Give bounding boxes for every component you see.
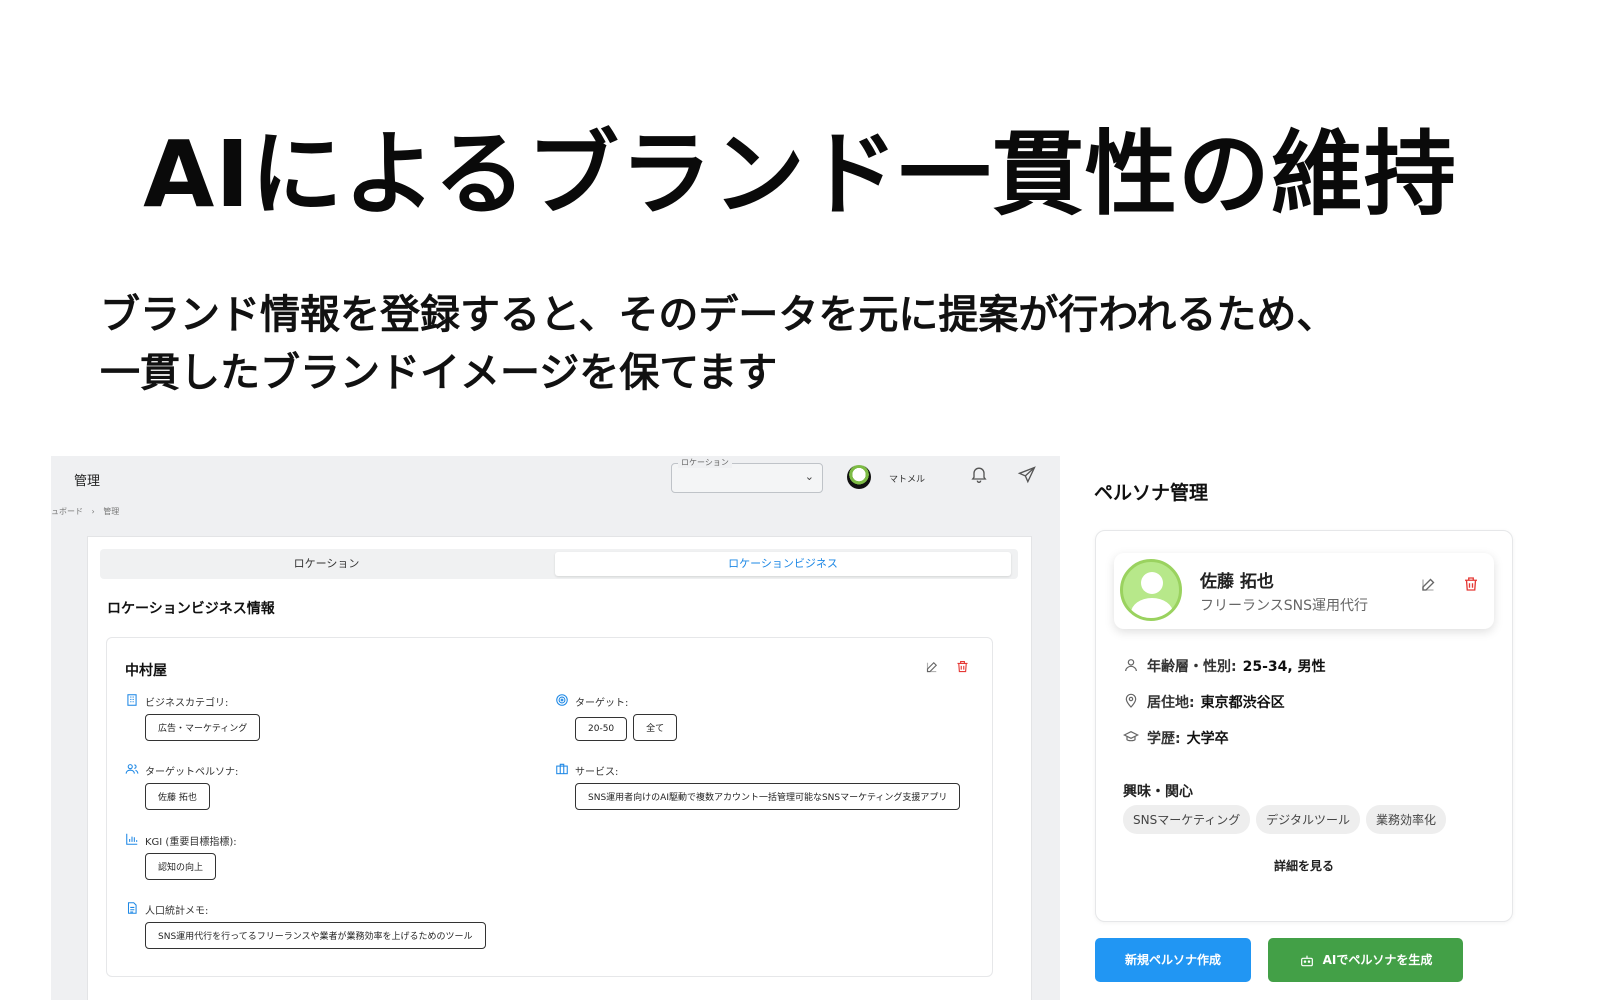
persona-card: 佐藤 拓也 フリーランスSNS運用代行 年齢層・性別: 25-34, 男性 居住地… [1095,530,1513,922]
tab-location-business[interactable]: ロケーションビジネス [555,552,1011,576]
age-gender-label: 年齢層・性別: [1147,659,1237,675]
send-icon[interactable] [1017,465,1037,489]
app-panel: 管理 ロケーション ⌄ マトメル ュボード › 管理 ロケーション ロケーション… [51,456,1060,1000]
bell-icon[interactable] [969,464,989,488]
kgi-chip: 認知の向上 [145,853,217,880]
target-chip: 全て [633,714,678,741]
interest-tag: デジタルツール [1256,805,1361,834]
persona-chip: 佐藤 拓也 [145,783,210,810]
target-label: ターゲット: [575,698,629,709]
persona-role: フリーランスSNS運用代行 [1200,598,1368,614]
persona-avatar [1120,559,1182,621]
user-icon [1123,657,1141,677]
user-name[interactable]: マトメル [889,472,925,485]
new-persona-button[interactable]: 新規ペルソナ作成 [1095,938,1251,982]
persona-section-title: ペルソナ管理 [1094,482,1209,504]
interest-tag: 業務効率化 [1366,805,1447,834]
breadcrumb-separator: › [91,507,95,516]
main-card: ロケーション ロケーションビジネス ロケーションビジネス情報 中村屋 ビジネスカ… [87,536,1032,1000]
app-title: 管理 [74,474,101,489]
interest-tag: SNSマーケティング [1123,805,1251,834]
interest-tags: SNSマーケティング デジタルツール 業務効率化 [1123,805,1452,834]
residence-value: 東京都渋谷区 [1200,695,1285,711]
target-icon [555,692,569,711]
tab-bar: ロケーション ロケーションビジネス [100,549,1018,579]
memo-chip: SNS運用代行を行ってるフリーランスや業者が業務効率を上げるためのツール [145,922,486,949]
category-chip: 広告・マーケティング [145,714,261,741]
persona-name: 佐藤 拓也 [1200,572,1274,592]
document-icon [125,900,139,919]
persona-label: ターゲットペルソナ: [145,767,239,778]
briefcase-icon [555,761,569,780]
ai-generate-persona-label: AIでペルソナを生成 [1322,953,1433,967]
view-details-link[interactable]: 詳細を見る [1096,857,1512,874]
education-label: 学歴: [1147,731,1181,747]
section-title: ロケーションビジネス情報 [107,601,275,617]
memo-label: 人口統計メモ: [145,906,209,917]
robot-icon [1299,953,1323,967]
location-select[interactable]: ロケーション ⌄ [671,457,823,493]
breadcrumb-current: 管理 [103,507,120,516]
subtitle-line-2: 一貫したブランドイメージを保てます [100,350,778,396]
residence-label: 居住地: [1147,695,1195,711]
tab-location[interactable]: ロケーション [104,552,549,576]
edit-icon[interactable] [925,659,940,678]
category-label: ビジネスカテゴリ: [145,698,229,709]
subtitle-line-1: ブランド情報を登録すると、そのデータを元に提案が行われるため、 [100,292,1337,338]
education-value: 大学卒 [1186,731,1229,747]
user-avatar[interactable] [847,465,871,489]
age-gender-value: 25-34, 男性 [1242,659,1326,675]
business-card: 中村屋 ビジネスカテゴリ: 広告・マーケティング ターゲット: 20-50全て [106,637,993,977]
breadcrumb-dashboard[interactable]: ュボード [51,507,83,516]
service-chip: SNS運用者向けのAI駆動で複数アカウント一括管理可能なSNSマーケティング支援… [575,783,961,810]
bar-chart-icon [125,831,139,850]
service-label: サービス: [575,767,619,778]
trash-icon[interactable] [1462,575,1480,597]
location-pin-icon [1123,693,1141,713]
ai-generate-persona-button[interactable]: AIでペルソナを生成 [1268,938,1463,982]
headline: AIによるブランド一貫性の維持 [143,121,1457,228]
location-select-legend: ロケーション [678,457,732,468]
trash-icon[interactable] [955,659,970,678]
graduation-cap-icon [1122,729,1141,749]
interests-title: 興味・関心 [1123,784,1193,800]
chevron-down-icon: ⌄ [804,470,814,483]
building-icon [125,692,139,711]
users-icon [125,761,139,780]
edit-icon[interactable] [1420,575,1438,597]
kgi-label: KGI (重要目標指標): [145,837,237,848]
persona-age-gender: 年齢層・性別: 25-34, 男性 [1123,656,1326,677]
persona-residence: 居住地: 東京都渋谷区 [1123,692,1285,713]
target-chip: 20-50 [575,717,628,741]
persona-header: 佐藤 拓也 フリーランスSNS運用代行 [1114,553,1494,629]
business-name: 中村屋 [125,663,167,679]
breadcrumb: ュボード › 管理 [51,506,125,517]
persona-education: 学歴: 大学卒 [1122,728,1229,749]
